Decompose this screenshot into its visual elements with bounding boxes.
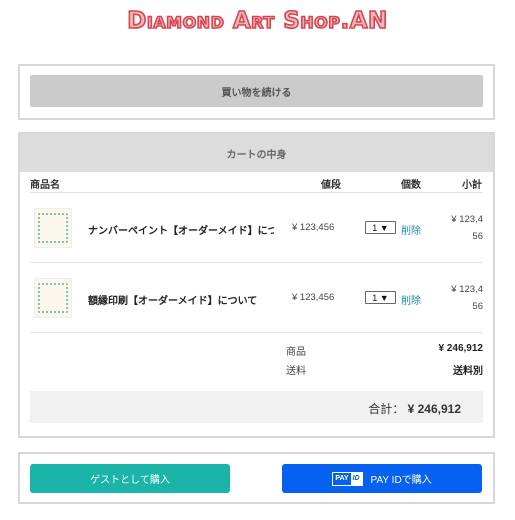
payid-button-label: PAY IDで購入 [370,475,432,486]
divider [30,192,483,193]
product-thumbnail[interactable] [34,278,72,318]
item-subtotal: ¥ 123,4 56 [443,281,483,315]
cart-title: カートの中身 [20,134,493,172]
payid-logo-pay: PAY [335,475,349,482]
delete-link[interactable]: 削除 [401,222,421,237]
divider [30,332,483,333]
continue-section: 買い物を続ける [18,64,495,120]
cart-total: 合計： ¥ 246,912 [368,400,461,417]
item-subtotal-line1: ¥ 123,4 [451,214,483,225]
guest-checkout-button[interactable]: ゲストとして購入 [30,464,230,493]
shop-logo[interactable]: Diamond Art Shop.AN [0,7,515,36]
goods-value: ¥ 246,912 [438,343,484,354]
product-image [38,283,68,313]
column-header-subtotal: 小計 [462,180,482,191]
total-label: 合計： [368,402,405,416]
shipping-label: 送料 [286,366,306,377]
product-name[interactable]: 額縁印刷【オーダーメイド】について [88,292,274,307]
shipping-value: 送料別 [453,366,483,377]
column-header-name: 商品名 [30,180,60,191]
item-subtotal: ¥ 123,4 56 [443,211,483,245]
divider [30,262,483,263]
payid-logo-id: ID [350,472,362,485]
item-subtotal-line1: ¥ 123,4 [451,284,483,295]
total-value: ¥ 246,912 [407,402,461,416]
product-name[interactable]: ナンバーペイント【オーダーメイド】につ… [88,222,274,237]
total-bar: 合計： ¥ 246,912 [30,391,483,423]
product-price: ¥ 123,456 [292,222,335,233]
item-subtotal-line2: 56 [472,231,483,242]
product-thumbnail[interactable] [34,208,72,248]
goods-label: 商品 [286,347,306,358]
product-price: ¥ 123,456 [292,292,335,303]
quantity-select[interactable]: 1 ▼ [365,221,396,234]
column-header-price: 値段 [321,180,341,191]
payid-checkout-button[interactable]: PAY ID PAY IDで購入 [282,464,482,493]
continue-shopping-button[interactable]: 買い物を続ける [30,75,483,107]
cart-section: カートの中身 商品名 値段 個数 小計 ナンバーペイント【オーダーメイド】につ…… [18,132,495,438]
delete-link[interactable]: 削除 [401,292,421,307]
item-subtotal-line2: 56 [472,301,483,312]
checkout-section: ゲストとして購入 PAY ID PAY IDで購入 [18,452,495,504]
quantity-select[interactable]: 1 ▼ [365,291,396,304]
payid-logo-icon: PAY ID [332,471,363,486]
product-image [38,213,68,243]
column-header-qty: 個数 [401,180,421,191]
